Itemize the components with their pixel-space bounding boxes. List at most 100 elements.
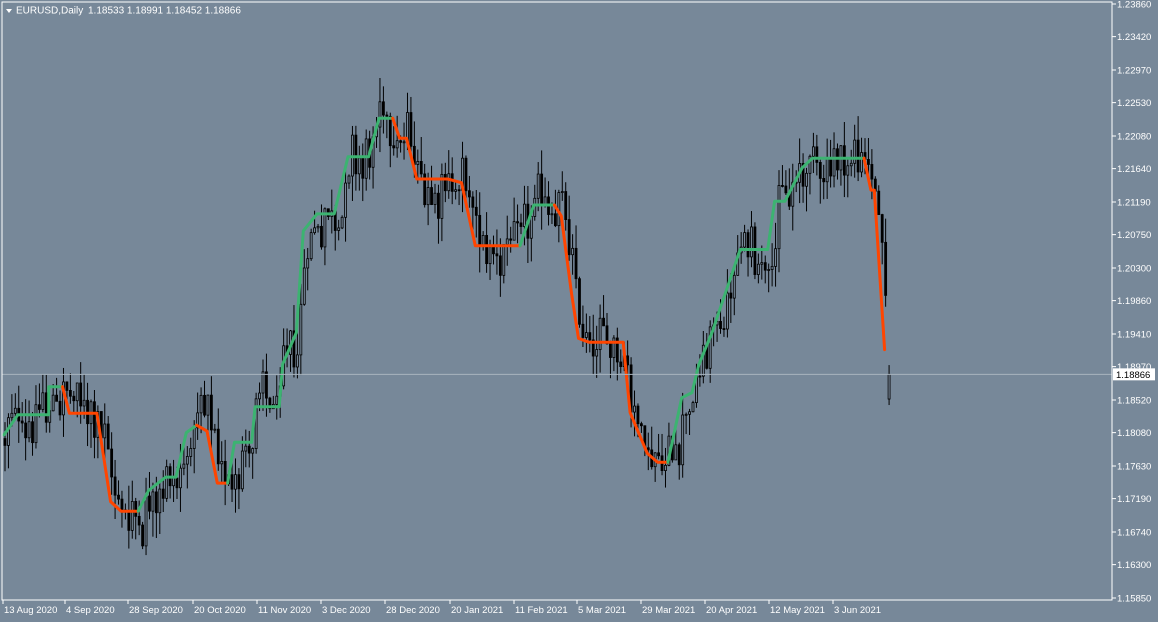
candle-body — [344, 182, 347, 218]
candle-body — [337, 227, 341, 231]
price-tick-label: 1.19860 — [1117, 296, 1151, 307]
candle-body — [175, 477, 179, 489]
candle-body — [633, 405, 636, 413]
candle-body — [103, 423, 107, 439]
candle-body — [437, 192, 440, 219]
candle-body — [110, 448, 114, 478]
candlestick-chart[interactable]: 1.23860 1.23420 1.22970 1.22530 1.22080 1.216… — [0, 0, 1158, 622]
candle-body — [316, 225, 320, 229]
time-tick-label: 4 Sep 2020 — [66, 605, 115, 616]
price-tick-label: 1.23860 — [1117, 0, 1151, 11]
candle-body — [829, 156, 832, 177]
candle-body — [550, 213, 554, 216]
downtrend-segment — [195, 423, 230, 485]
candle-body — [554, 213, 557, 227]
candle-body — [426, 187, 430, 206]
candle-body — [536, 173, 540, 199]
candle-body — [722, 328, 726, 330]
candle-body — [825, 156, 829, 183]
ohlc-readout: 1.18533 1.18991 1.18452 1.18866 — [88, 6, 241, 17]
candle-body — [691, 402, 695, 413]
candle-body — [450, 173, 454, 192]
time-tick-label: 29 Mar 2021 — [642, 605, 695, 616]
candles — [3, 78, 891, 556]
downtrend-segment — [552, 203, 670, 464]
time-tick-label: 28 Sep 2020 — [129, 605, 183, 616]
candle-body — [313, 227, 317, 234]
uptrend-segment — [226, 116, 395, 485]
candle-body — [636, 405, 640, 425]
candle-body — [203, 394, 206, 416]
candle-body — [189, 448, 193, 457]
candle-body — [41, 392, 45, 410]
candle-body — [158, 488, 162, 514]
time-tick-label: 12 May 2021 — [770, 605, 825, 616]
price-tick-label: 1.20750 — [1117, 230, 1151, 241]
candle-body — [151, 491, 155, 512]
candle-body — [216, 428, 220, 465]
price-tick-label: 1.19410 — [1117, 330, 1151, 341]
price-tick-label: 1.18080 — [1117, 428, 1151, 439]
candle-body — [509, 238, 513, 241]
price-tick-label: 1.16300 — [1117, 560, 1151, 571]
candle-body — [38, 404, 41, 410]
candle-body — [640, 423, 643, 427]
time-axis: 13 Aug 2020 4 Sep 2020 28 Sep 2020 20 Oct 2… — [2, 600, 881, 616]
candle-body — [732, 274, 736, 299]
candle-body — [79, 382, 83, 407]
candle-body — [433, 192, 437, 205]
candle-body — [20, 420, 24, 424]
chart-header: EURUSD,Daily 1.18533 1.18991 1.18452 1.1… — [6, 6, 241, 17]
candle-body — [361, 157, 365, 179]
candle-body — [584, 332, 588, 338]
candle-body — [805, 172, 808, 187]
candle-body — [777, 185, 781, 250]
candle-body — [120, 498, 124, 511]
candle-body — [385, 114, 389, 117]
candle-body — [31, 421, 34, 444]
candle-body — [574, 247, 578, 280]
candle-body — [626, 355, 630, 366]
candle-body — [295, 354, 299, 368]
candle-body — [409, 112, 413, 147]
candle-body — [729, 292, 733, 299]
time-tick-label: 28 Dec 2020 — [386, 605, 440, 616]
candle-body — [34, 404, 38, 444]
candle-body — [860, 152, 863, 173]
candle-body — [657, 452, 660, 457]
candle-body — [192, 427, 196, 449]
candle-body — [82, 399, 86, 407]
candle-body — [540, 173, 544, 207]
candle-body — [388, 115, 392, 147]
candle-body — [354, 134, 358, 175]
candle-body — [206, 394, 210, 416]
candle-body — [378, 101, 382, 128]
candle-body — [10, 412, 14, 419]
time-tick-label: 3 Dec 2020 — [322, 605, 371, 616]
candle-body — [399, 140, 403, 143]
candle-body — [443, 173, 447, 192]
candle-body — [498, 255, 502, 276]
price-tick-label: 1.18520 — [1117, 396, 1151, 407]
price-tick-label: 1.23420 — [1117, 32, 1151, 43]
candle-body — [127, 510, 131, 531]
candle-body — [430, 187, 433, 205]
candle-body — [523, 203, 526, 227]
candle-body — [674, 444, 678, 461]
candle-body — [51, 394, 55, 412]
candle-body — [719, 321, 722, 329]
candle-body — [567, 219, 571, 256]
candle-body — [746, 232, 750, 258]
candle-body — [340, 216, 344, 229]
candle-body — [237, 474, 241, 490]
candle-body — [357, 157, 361, 175]
candle-body — [24, 422, 28, 439]
triangle-down-icon[interactable] — [6, 9, 12, 13]
candle-body — [364, 138, 368, 179]
candle-body — [182, 463, 186, 469]
candle-body — [302, 267, 306, 305]
candle-body — [677, 444, 681, 466]
chart-canvas[interactable]: 1.23860 1.23420 1.22970 1.22530 1.22080 1.216… — [0, 0, 1158, 622]
symbol-label[interactable]: EURUSD,Daily — [16, 6, 83, 17]
candle-body — [172, 477, 175, 487]
